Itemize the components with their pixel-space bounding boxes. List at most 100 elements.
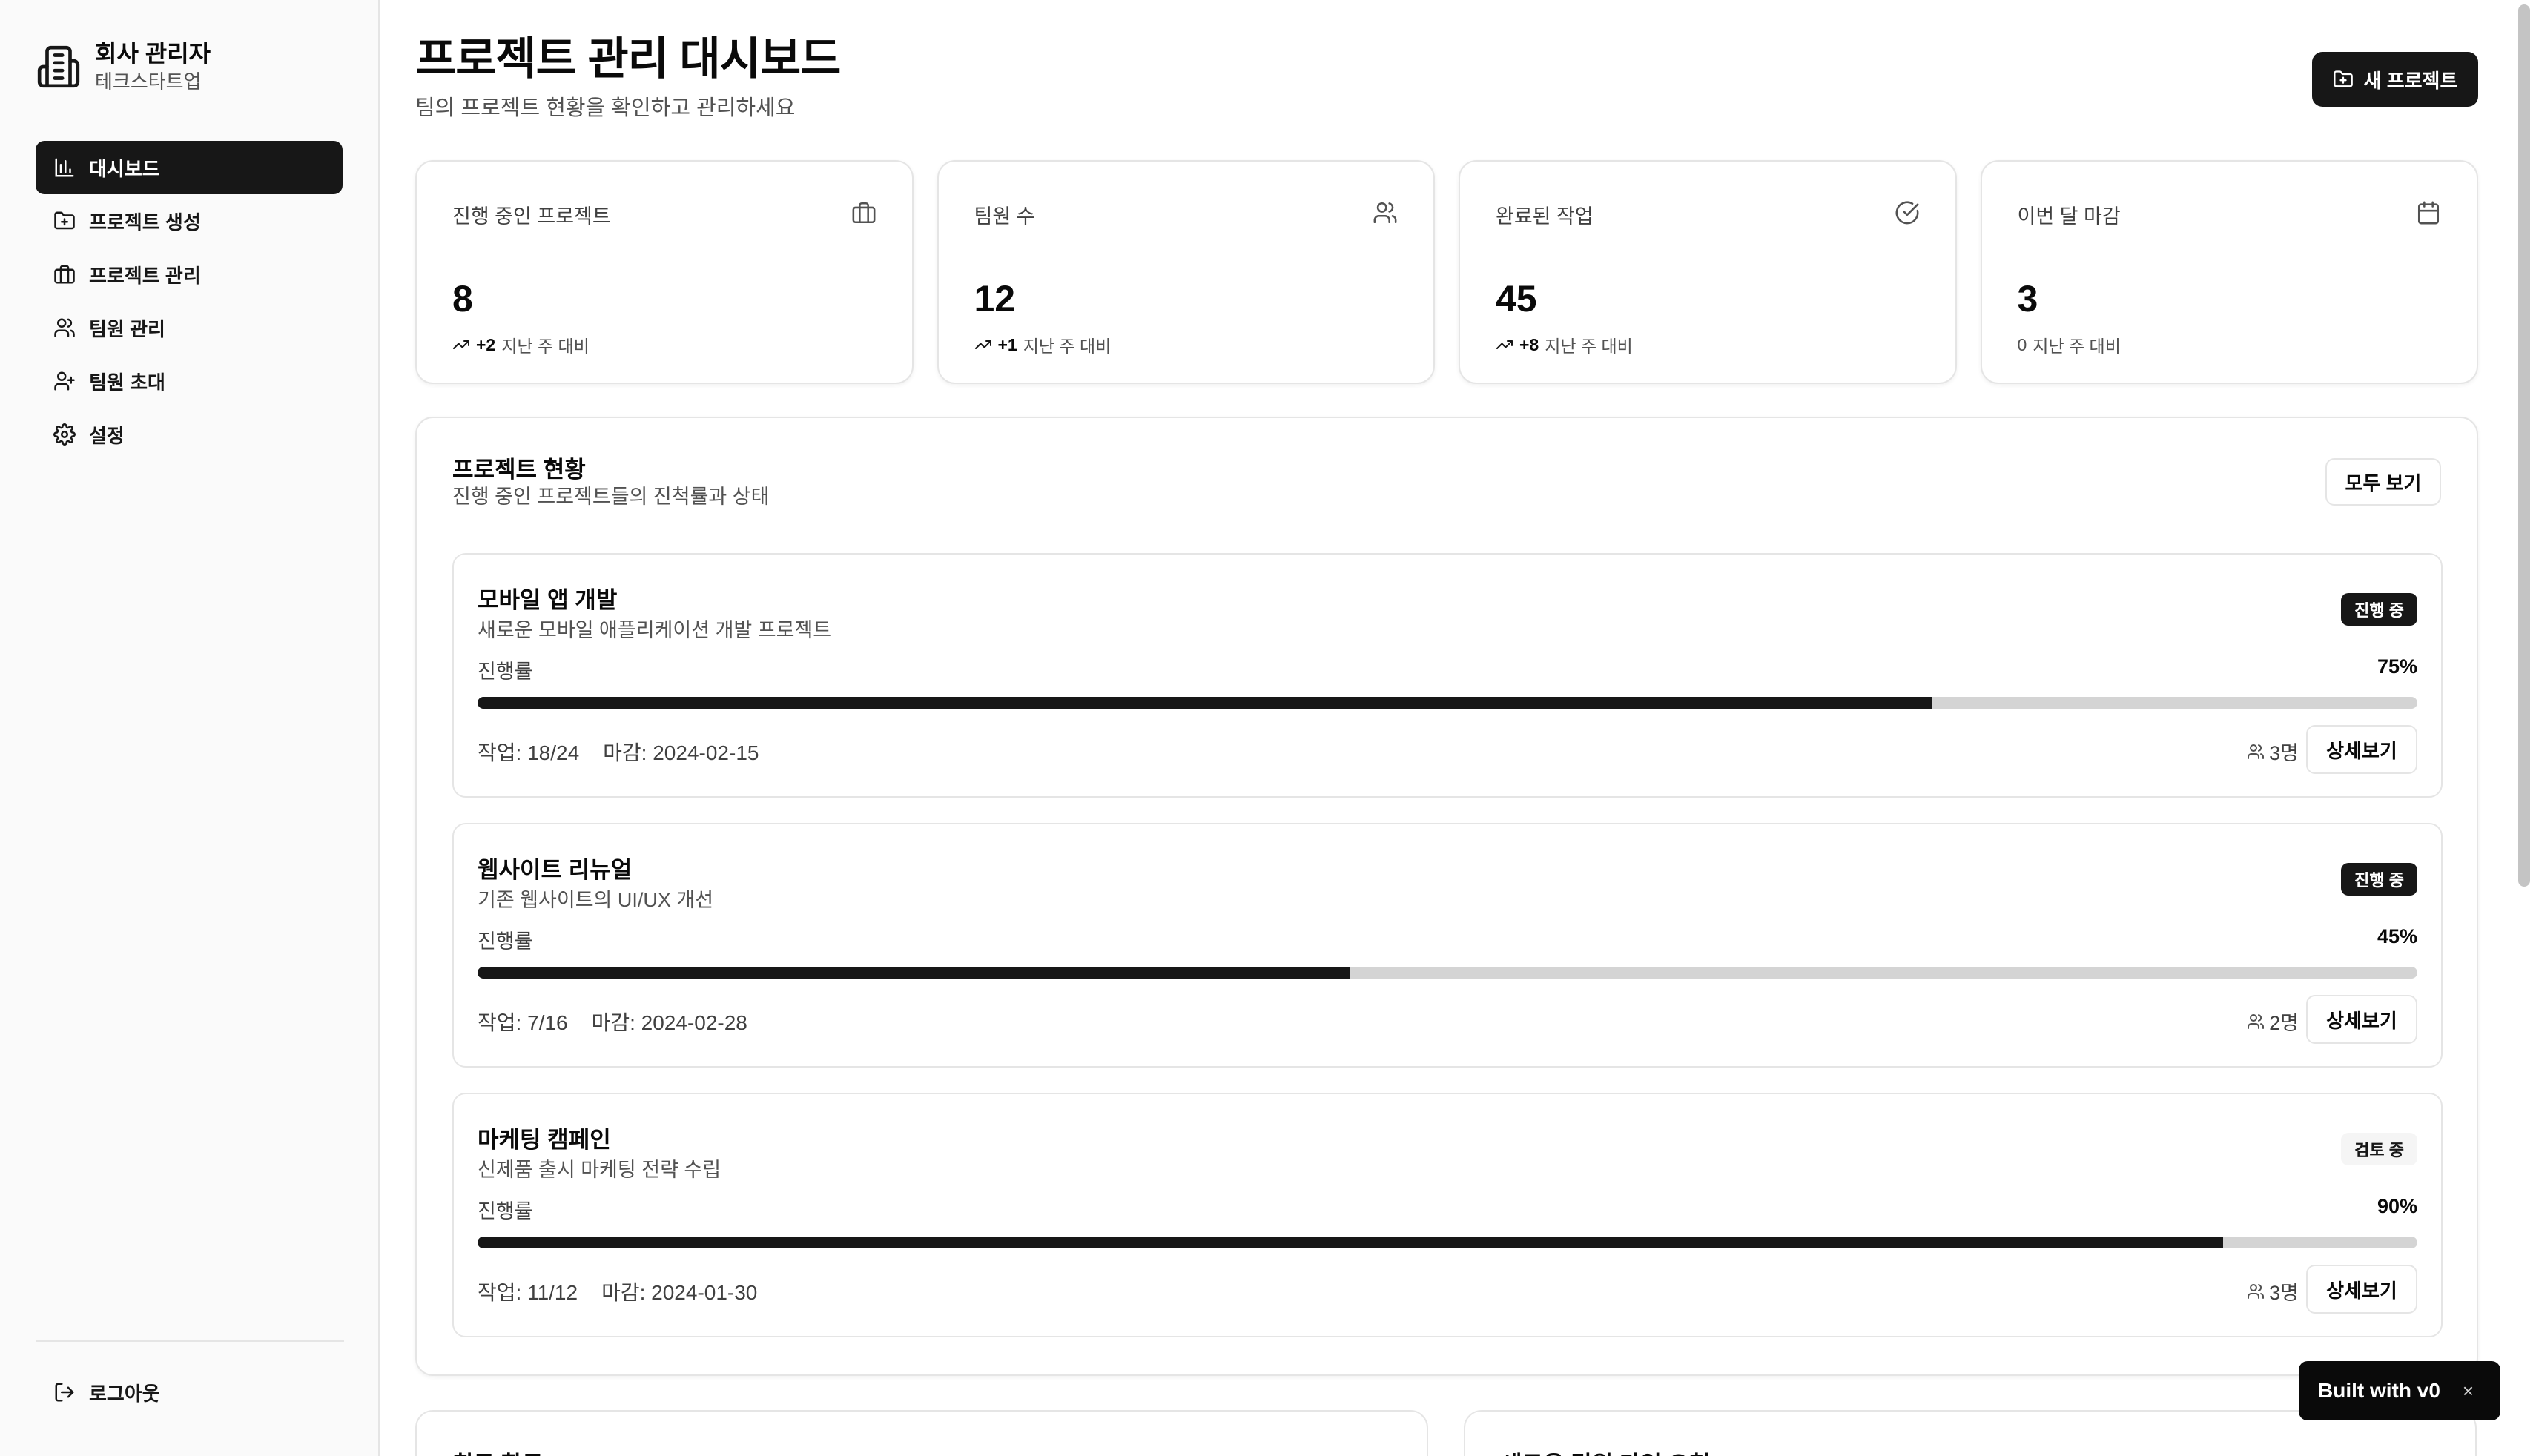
view-all-button[interactable]: 모두 보기 xyxy=(2325,458,2441,506)
stat-delta-text: 지난 주 대비 xyxy=(2033,337,2121,356)
detail-button[interactable]: 상세보기 xyxy=(2306,725,2417,774)
users-icon xyxy=(2248,1283,2265,1299)
task-count: 작업: 11/12 xyxy=(478,1281,578,1304)
sidebar-item-label: 프로젝트 생성 xyxy=(89,211,201,234)
stat-label: 진행 중인 프로젝트 xyxy=(452,205,611,228)
page-subtitle: 팀의 프로젝트 현황을 확인하고 관리하세요 xyxy=(415,96,796,120)
sidebar-item-label: 팀원 초대 xyxy=(89,371,165,394)
trending-up-icon xyxy=(1496,340,1513,349)
card-title: 최근 활동 xyxy=(452,1446,544,1456)
logout-section: 로그아웃 xyxy=(36,1366,343,1419)
user-plus-icon xyxy=(54,371,75,391)
stat-value: 3 xyxy=(2017,278,2038,320)
detail-button[interactable]: 상세보기 xyxy=(2306,995,2417,1044)
progress-bar xyxy=(478,697,2417,709)
folder-plus-icon xyxy=(54,211,75,230)
deadline: 마감: 2024-01-30 xyxy=(601,1281,758,1304)
stat-card-completed-tasks: 완료된 작업 45 +8 지난 주 대비 xyxy=(1459,160,1957,384)
briefcase-icon xyxy=(852,202,875,224)
sidebar-item-dashboard[interactable]: 대시보드 xyxy=(36,141,343,194)
brand: 회사 관리자 테크스타트업 xyxy=(36,39,211,95)
project-meta: 작업: 11/12 마감: 2024-01-30 xyxy=(478,1277,757,1306)
users-icon xyxy=(54,318,75,337)
project-name: 마케팅 캠페인 xyxy=(478,1127,611,1153)
users-icon xyxy=(1373,202,1397,224)
page-title: 프로젝트 관리 대시보드 xyxy=(415,34,841,84)
users-icon xyxy=(2248,1013,2265,1029)
stat-delta-value: +8 xyxy=(1519,334,1539,354)
deadline: 마감: 2024-02-15 xyxy=(603,741,759,764)
member-count-text: 3명 xyxy=(2269,1282,2299,1304)
member-count: 3명 xyxy=(2247,1277,2299,1306)
sidebar-item-create-project[interactable]: 프로젝트 생성 xyxy=(36,194,343,248)
deadline: 마감: 2024-02-28 xyxy=(591,1011,747,1034)
project-name: 웹사이트 리뉴얼 xyxy=(478,857,633,883)
sidebar-item-label: 설정 xyxy=(89,424,125,447)
stat-delta-value: +1 xyxy=(997,334,1017,354)
folder-plus-icon xyxy=(2333,70,2353,87)
stat-delta-value: 0 xyxy=(2017,334,2027,354)
trending-up-icon xyxy=(453,340,469,349)
recent-activity-card: 최근 활동 xyxy=(415,1410,1428,1456)
stat-delta-text: 지난 주 대비 xyxy=(1545,337,1633,356)
member-count-text: 3명 xyxy=(2269,742,2299,764)
sidebar-item-label: 대시보드 xyxy=(89,157,160,180)
sidebar-divider xyxy=(36,1340,344,1342)
scrollbar[interactable] xyxy=(2518,4,2530,887)
status-badge: 진행 중 xyxy=(2341,593,2417,626)
stat-label: 완료된 작업 xyxy=(1496,205,1594,228)
stat-value: 12 xyxy=(974,278,1016,320)
progress-label: 진행률 xyxy=(478,930,533,953)
detail-button[interactable]: 상세보기 xyxy=(2306,1265,2417,1314)
sidebar-item-manage-projects[interactable]: 프로젝트 관리 xyxy=(36,248,343,301)
progress-label: 진행률 xyxy=(478,661,533,683)
stat-delta: +1 지난 주 대비 xyxy=(974,332,1111,357)
sidebar-item-settings[interactable]: 설정 xyxy=(36,408,343,461)
bar-chart-icon xyxy=(55,158,74,177)
member-count: 3명 xyxy=(2247,737,2299,766)
logout-button[interactable]: 로그아웃 xyxy=(36,1366,343,1419)
project-description: 기존 웹사이트의 UI/UX 개선 xyxy=(478,889,714,911)
panel-subtitle: 진행 중인 프로젝트들의 진척률과 상태 xyxy=(452,486,770,508)
progress-percent: 75% xyxy=(2377,655,2417,678)
stat-card-monthly-deadlines: 이번 달 마감 3 0 지난 주 대비 xyxy=(1980,160,2478,384)
sidebar-item-manage-members[interactable]: 팀원 관리 xyxy=(36,301,343,354)
sidebar-item-invite-members[interactable]: 팀원 초대 xyxy=(36,354,343,408)
stat-delta: +2 지난 주 대비 xyxy=(452,332,590,357)
panel-title: 프로젝트 현황 xyxy=(452,457,586,483)
progress-label: 진행률 xyxy=(478,1200,533,1222)
stat-delta-value: +2 xyxy=(476,334,496,354)
stat-value: 8 xyxy=(452,278,473,320)
stat-label: 팀원 수 xyxy=(974,205,1035,228)
sidebar-item-label: 프로젝트 관리 xyxy=(89,264,201,287)
building-icon xyxy=(36,44,82,90)
stat-card-active-projects: 진행 중인 프로젝트 8 +2 지난 주 대비 xyxy=(415,160,914,384)
project-card: 웹사이트 리뉴얼 기존 웹사이트의 UI/UX 개선 진행 중 진행률 45% … xyxy=(452,823,2443,1068)
projects-panel: 프로젝트 현황 진행 중인 프로젝트들의 진척률과 상태 모두 보기 모바일 앱… xyxy=(415,417,2478,1376)
status-badge: 검토 중 xyxy=(2341,1133,2417,1165)
brand-title: 회사 관리자 xyxy=(95,40,211,67)
brand-subtitle: 테크스타트업 xyxy=(95,70,202,93)
gear-icon xyxy=(53,423,76,446)
progress-bar xyxy=(478,967,2417,979)
sidebar: 회사 관리자 테크스타트업 대시보드 프로젝트 생성 프로젝트 관리 팀원 관리… xyxy=(0,0,380,1456)
project-meta: 작업: 7/16 마감: 2024-02-28 xyxy=(478,1007,747,1036)
close-icon[interactable]: × xyxy=(2463,1380,2474,1403)
new-project-button[interactable]: 새 프로젝트 xyxy=(2312,52,2478,107)
trending-up-icon xyxy=(974,340,991,349)
sidebar-item-label: 팀원 관리 xyxy=(89,317,165,340)
stat-delta: +8 지난 주 대비 xyxy=(1496,332,1633,357)
briefcase-icon xyxy=(54,265,75,284)
member-count: 2명 xyxy=(2247,1007,2299,1036)
new-project-label: 새 프로젝트 xyxy=(2363,69,2458,92)
stat-label: 이번 달 마감 xyxy=(2017,205,2121,228)
project-description: 신제품 출시 마케팅 전략 수립 xyxy=(478,1159,721,1181)
project-card: 모바일 앱 개발 새로운 모바일 애플리케이션 개발 프로젝트 진행 중 진행률… xyxy=(452,553,2443,798)
project-card: 마케팅 캠페인 신제품 출시 마케팅 전략 수립 검토 중 진행률 90% 작업… xyxy=(452,1093,2443,1337)
progress-fill xyxy=(478,1237,2224,1248)
calendar-icon xyxy=(2417,201,2440,225)
sidebar-nav: 대시보드 프로젝트 생성 프로젝트 관리 팀원 관리 팀원 초대 설정 xyxy=(36,141,343,461)
built-with-v0-badge[interactable]: Built with v0 × xyxy=(2299,1361,2500,1420)
logout-label: 로그아웃 xyxy=(89,1382,160,1405)
project-description: 새로운 모바일 애플리케이션 개발 프로젝트 xyxy=(478,619,832,641)
